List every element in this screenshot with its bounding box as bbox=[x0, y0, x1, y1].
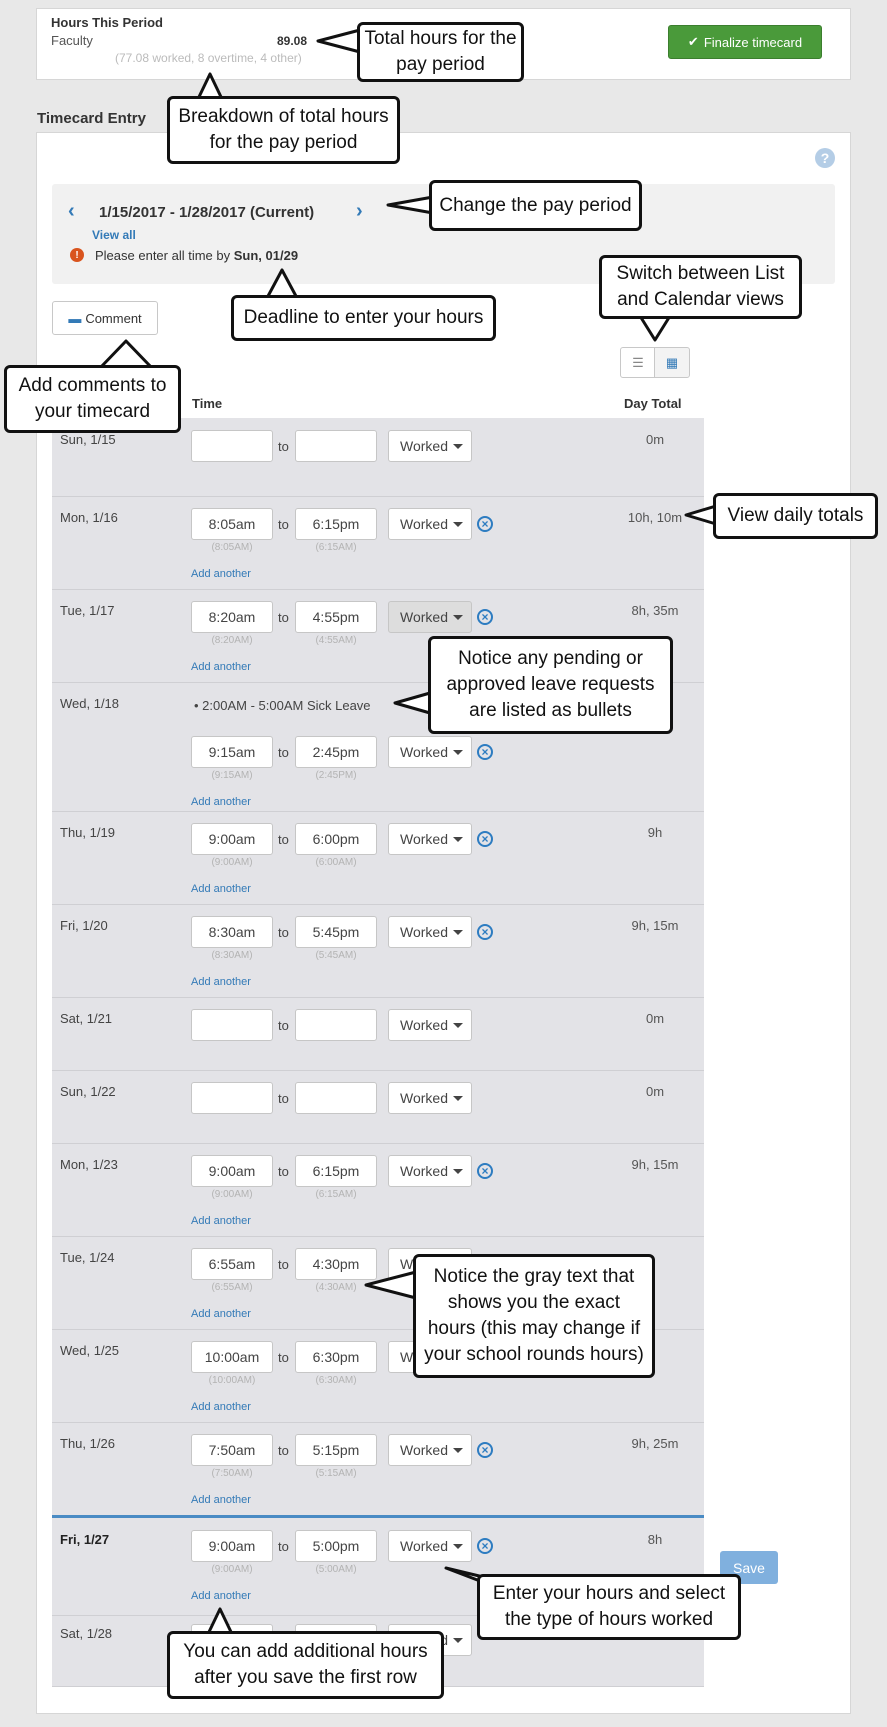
callout-gray-text: Notice the gray text that shows you the … bbox=[413, 1254, 655, 1378]
callout-change-period: Change the pay period bbox=[429, 180, 642, 231]
callout-switch-view: Switch between List and Calendar views bbox=[599, 255, 802, 319]
callout-comments: Add comments to your timecard bbox=[4, 365, 181, 433]
callout-leave: Notice any pending or approved leave req… bbox=[428, 636, 673, 734]
callout-add-more: You can add additional hours after you s… bbox=[167, 1631, 444, 1699]
callout-breakdown: Breakdown of total hours for the pay per… bbox=[167, 96, 400, 164]
callout-deadline: Deadline to enter your hours bbox=[231, 295, 496, 341]
callout-total-hours: Total hours for the pay period bbox=[357, 22, 524, 82]
callout-daily-totals: View daily totals bbox=[713, 493, 878, 539]
callout-enter-hours: Enter your hours and select the type of … bbox=[477, 1574, 741, 1640]
